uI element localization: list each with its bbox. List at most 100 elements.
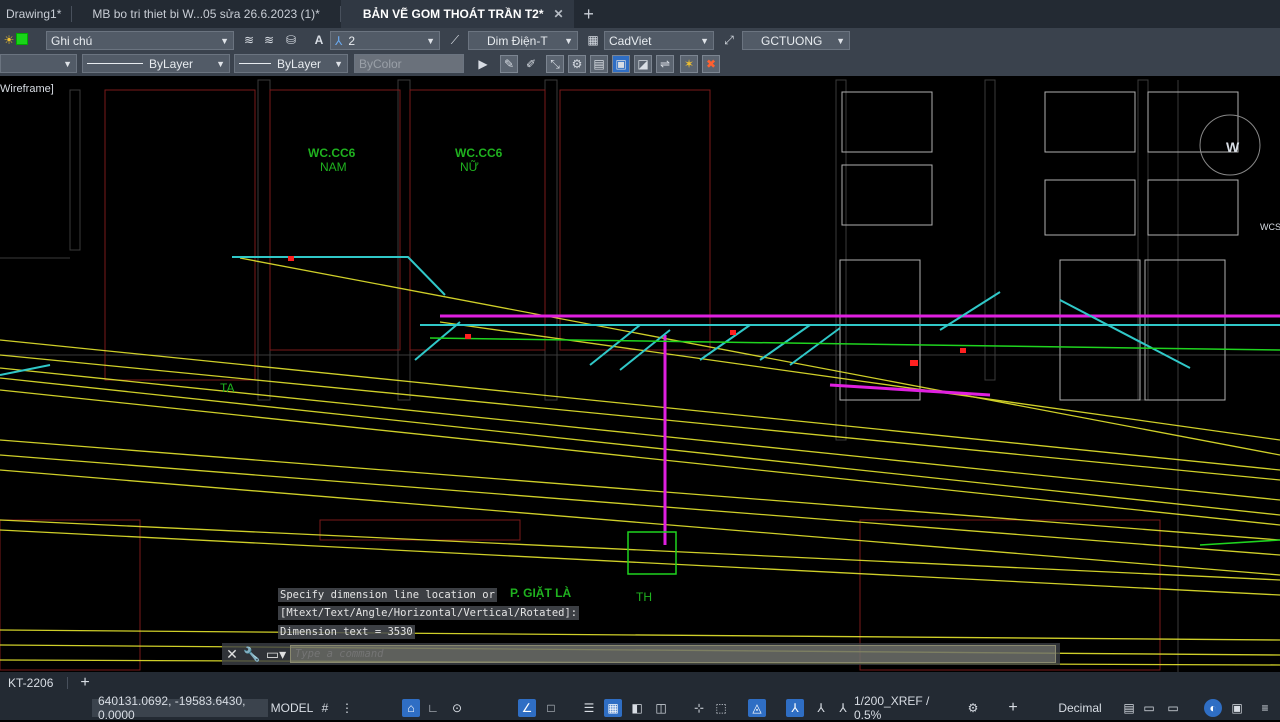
paintbrush-icon[interactable]: ✐: [522, 55, 540, 73]
tab-mb-bo-tri[interactable]: MB bo tri thiet bi W...05 sửa 26.6.2023 …: [72, 0, 329, 28]
th-label: TH: [636, 590, 652, 604]
dim-style-icon[interactable]: ⟋: [446, 31, 464, 49]
layout-tabbar: KT-2206 +: [0, 672, 1280, 694]
text-style-dropdown[interactable]: CadViet ▼: [604, 31, 714, 50]
units-label: Decimal: [1058, 701, 1102, 715]
tab-drawing1[interactable]: Drawing1*: [0, 0, 71, 28]
auto-scale-icon[interactable]: ⅄: [812, 699, 830, 717]
workspace-gear-icon[interactable]: ⚙: [964, 699, 982, 717]
mleader-style-icon[interactable]: ⤢: [720, 31, 738, 49]
document-tabbar: Drawing1* MB bo tri thiet bi W...05 sửa …: [0, 0, 1280, 28]
command-prompt-icon[interactable]: ▭▾: [262, 646, 290, 663]
room-label-nam: NAM: [320, 160, 347, 174]
tool-icon[interactable]: ⚙: [568, 55, 586, 73]
transparency-icon[interactable]: ▦: [604, 699, 622, 717]
chevron-down-icon: ▼: [220, 35, 229, 46]
tab-label: MB bo tri thiet bi W...05 sửa 26.6.2023 …: [92, 7, 320, 21]
properties-toolbar-row1: ☀ Ghi chú ▼ ≋ ≋ ⛁ A ⅄ 2 ▼ ⟋ Dim Điện-T ▼ ▦ C…: [0, 28, 1280, 52]
erase-icon[interactable]: ✖: [702, 55, 720, 73]
visual-style-control[interactable]: Wireframe]: [0, 83, 54, 95]
match-properties-icon[interactable]: ✎: [500, 55, 518, 73]
new-tab-button[interactable]: +: [574, 0, 604, 28]
layout-tab-kt-2206[interactable]: KT-2206: [0, 676, 61, 690]
pick-icon[interactable]: ✶: [680, 55, 698, 73]
chevron-down-icon: ▼: [836, 35, 845, 46]
line-sample: [87, 63, 143, 64]
ortho-icon[interactable]: ∟: [424, 699, 442, 717]
line-sample: [239, 63, 271, 64]
close-tab-icon[interactable]: ✕: [554, 7, 564, 21]
text-height-dropdown[interactable]: ⅄ 2 ▼: [330, 31, 440, 50]
text-style-icon[interactable]: A: [310, 31, 328, 49]
tab-label: BẢN VẼ GOM THOÁT TRẦN T2*: [362, 7, 544, 21]
3d-osnap-icon[interactable]: ◫: [652, 699, 670, 717]
layer-properties-icon[interactable]: ≋: [240, 31, 258, 49]
linetype-dropdown[interactable]: ByLayer ▼: [82, 54, 230, 73]
add-icon[interactable]: +: [1004, 699, 1022, 717]
isodraft-icon[interactable]: ∠: [518, 699, 536, 717]
lineweight-toggle-icon[interactable]: ☰: [580, 699, 598, 717]
command-input[interactable]: [295, 648, 1055, 660]
gizmo-icon[interactable]: ◬: [748, 699, 766, 717]
layer-dropdown[interactable]: Ghi chú ▼: [46, 31, 234, 50]
selection-filter-icon[interactable]: ⬚: [712, 699, 730, 717]
select-icon[interactable]: ▣: [612, 55, 630, 73]
osnap-icon[interactable]: □: [542, 699, 560, 717]
close-icon[interactable]: ✕: [222, 646, 242, 663]
annotation-visibility-icon[interactable]: ⅄: [786, 699, 804, 717]
lineweight-value: ByLayer: [277, 56, 322, 71]
viewcube-west[interactable]: W: [1226, 139, 1240, 155]
color-dropdown[interactable]: ▼: [0, 54, 77, 73]
layer-color-swatch: [16, 33, 28, 45]
layer-isolate-icon[interactable]: ⛁: [282, 31, 300, 49]
play-icon[interactable]: ▶: [474, 55, 492, 73]
isolate-objects-icon[interactable]: ▭: [1164, 699, 1182, 717]
clean-screen-icon[interactable]: ▣: [1228, 699, 1246, 717]
drawing-canvas[interactable]: WC.CC6 NAM WC.CC6 NỮ TA P. GIẶT LÀ TH W …: [0, 79, 1280, 672]
tab-ban-ve-gom-thoat[interactable]: BẢN VẼ GOM THOÁT TRẦN T2* ✕: [340, 0, 574, 28]
lineweight-dropdown[interactable]: ByLayer ▼: [234, 54, 348, 73]
infer-constraints-icon[interactable]: ⌂: [402, 699, 420, 717]
customize-icon[interactable]: 🔧: [242, 646, 262, 663]
quick-properties-icon[interactable]: ▤: [1120, 699, 1138, 717]
xref-icon[interactable]: ⇌: [656, 55, 674, 73]
selection-cycling-icon[interactable]: ◧: [628, 699, 646, 717]
mleader-style-value: GCTUONG: [761, 33, 823, 48]
coordinate-readout[interactable]: 640131.0692, -19583.6430, 0.0000: [92, 694, 268, 722]
room-label-nu: NỮ: [460, 159, 479, 174]
command-history-line: Specify dimension line location or: [278, 588, 497, 602]
dynamic-ucs-icon[interactable]: ⊹: [690, 699, 708, 717]
polar-icon[interactable]: ⊙: [448, 699, 466, 717]
units-dropdown[interactable]: Decimal: [1050, 699, 1110, 717]
add-layout-button[interactable]: +: [74, 674, 95, 692]
table-style-icon[interactable]: ▦: [584, 31, 602, 49]
chevron-down-icon: ▼: [700, 35, 709, 46]
print-icon[interactable]: ▤: [590, 55, 608, 73]
text-style-value: CadViet: [609, 33, 652, 48]
chevron-down-icon: ▼: [334, 58, 343, 69]
lock-ui-icon[interactable]: ▭: [1140, 699, 1158, 717]
properties-toolbar-row2: ▼ ByLayer ▼ ByLayer ▼ ByColor ▶ ✎ ✐ ⤡ ⚙ ▤ …: [0, 52, 1280, 76]
wcs-indicator[interactable]: WCS: [1260, 222, 1280, 232]
dim-style-dropdown[interactable]: Dim Điện-T ▼: [468, 31, 578, 50]
mleader-style-dropdown[interactable]: GCTUONG ▼: [742, 31, 850, 50]
snap-icon[interactable]: ⋮: [338, 699, 356, 717]
image-icon[interactable]: ◪: [634, 55, 652, 73]
layer-states-icon[interactable]: ≋: [260, 31, 278, 49]
scale-label: 1/200_XREF / 0.5%: [854, 694, 930, 722]
dim-style-value: Dim Điện-T: [487, 33, 548, 48]
layer-name: Ghi chú: [51, 33, 93, 48]
grid-icon[interactable]: #: [316, 699, 334, 717]
laundry-label: P. GIẶT LÀ: [510, 585, 571, 600]
hardware-acceleration-icon[interactable]: ◐: [1204, 699, 1222, 717]
text-height-value: 2: [348, 33, 356, 48]
space-label: MODEL: [270, 701, 314, 715]
plotstyle-value: ByColor: [359, 56, 402, 71]
customization-menu-icon[interactable]: ≡: [1256, 699, 1274, 717]
link-icon[interactable]: ⤡: [546, 55, 564, 73]
model-space-button[interactable]: MODEL: [270, 699, 314, 717]
annotation-scale-icon[interactable]: ⅄: [834, 699, 852, 717]
annotation-scale-dropdown[interactable]: 1/200_XREF / 0.5%: [854, 694, 958, 722]
command-input-wrapper: [290, 645, 1056, 663]
tab-separator: [67, 677, 69, 689]
